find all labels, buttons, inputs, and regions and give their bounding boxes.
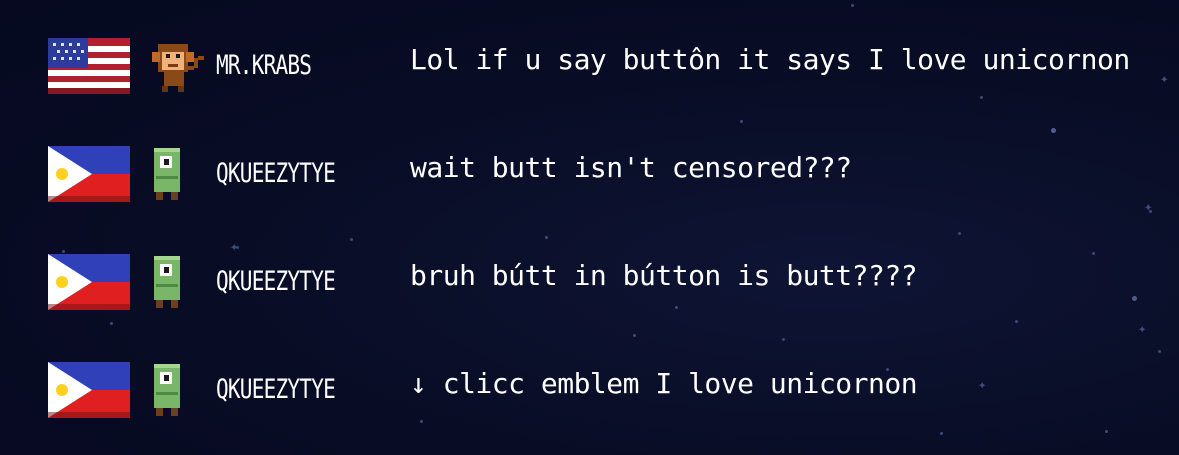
message-text: bruh bútt in bútton is butt????: [410, 259, 918, 292]
message-text: Lol if u say buttôn it says I love unico…: [410, 43, 1130, 76]
philippines-flag-icon: [48, 254, 130, 310]
chat-message: QKUEEZYTYE wait butt isn't censored???: [48, 146, 1168, 202]
philippines-flag-icon: [48, 362, 130, 418]
chat-message: QKUEEZYTYE bruh bútt in bútton is butt??…: [48, 254, 1168, 310]
username[interactable]: QKUEEZYTYE: [216, 152, 336, 196]
chat-message: MR.KRABS Lol if u say buttôn it says I l…: [48, 38, 1168, 94]
username[interactable]: MR.KRABS: [216, 44, 312, 88]
philippines-flag-icon: [48, 146, 130, 202]
message-text: ↓ clicc emblem I love unicornon: [410, 367, 918, 400]
username[interactable]: QKUEEZYTYE: [216, 260, 336, 304]
message-text: wait butt isn't censored???: [410, 151, 852, 184]
monkey-icon: [152, 44, 204, 92]
green-robot-icon: [154, 256, 180, 308]
green-robot-icon: [154, 148, 180, 200]
chat-log: MR.KRABS Lol if u say buttôn it says I l…: [0, 0, 1179, 455]
chat-message: QKUEEZYTYE ↓ clicc emblem I love unicorn…: [48, 362, 1168, 418]
username[interactable]: QKUEEZYTYE: [216, 368, 336, 412]
green-robot-icon: [154, 364, 180, 416]
usa-flag-icon: [48, 38, 130, 94]
